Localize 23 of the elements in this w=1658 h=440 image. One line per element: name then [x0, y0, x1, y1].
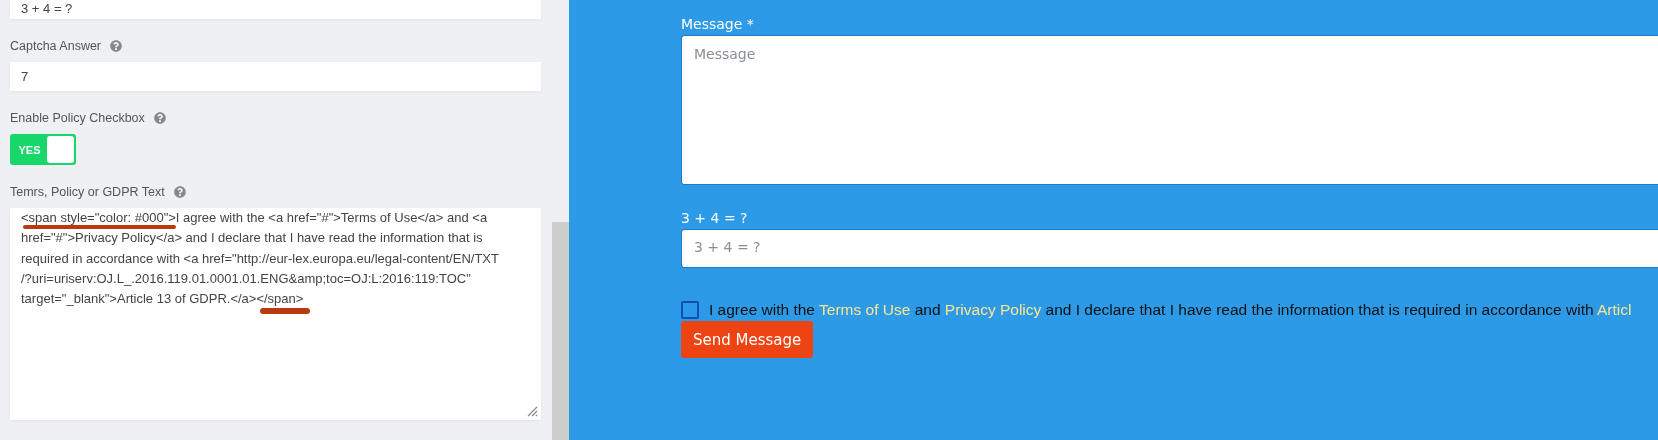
policy-link[interactable]: Articl — [1597, 301, 1632, 318]
field-label: Temrs, Policy or GDPR Text — [10, 185, 165, 199]
field-label: Message * — [681, 16, 755, 32]
help-icon[interactable] — [173, 186, 186, 198]
help-icon[interactable] — [110, 40, 123, 52]
send-message-button[interactable]: Send Message — [681, 321, 814, 358]
scrollbar[interactable] — [552, 222, 569, 440]
field-label: 3 + 4 = ? — [681, 210, 749, 226]
policy-link[interactable]: Privacy Policy — [944, 301, 1042, 318]
text-input[interactable]: 7 — [10, 62, 541, 91]
toggle-switch[interactable]: YES — [10, 134, 76, 165]
message-field[interactable]: Message — [681, 35, 1658, 185]
annotation-underline — [260, 308, 310, 314]
captcha-field[interactable]: 3 + 4 = ? — [681, 229, 1658, 268]
field-label: Enable Policy Checkbox — [10, 111, 145, 125]
resize-handle-icon[interactable] — [526, 405, 538, 417]
text-area[interactable]: <span style="color: #000">I agree with the <a href="#">Terms of Use</a> and <a href="#">Privacy Policy</a> and I declare that I have read the information that is required in accordance with <a href="http://eur-lex.europa.eu/legal-content/EN/TXT /?uri=uriserv:OJ.L_.2016.119.01.0001.01.ENG&amp;toc=OJ:L:2016:119:TOC" target="_blank">Article 13 of GDPR.</a></span> — [10, 208, 541, 420]
checkbox[interactable] — [681, 301, 699, 319]
policy-link[interactable]: Terms of Use — [819, 301, 911, 318]
text-input[interactable]: 3 + 4 = ? — [10, 0, 541, 19]
policy-text: I agree with the Terms of Use and Privacy Policy and I declare that I have read the information that is required in accordance with Articl — [709, 301, 1632, 319]
help-icon[interactable] — [153, 112, 166, 124]
field-label: Captcha Answer — [10, 39, 102, 53]
